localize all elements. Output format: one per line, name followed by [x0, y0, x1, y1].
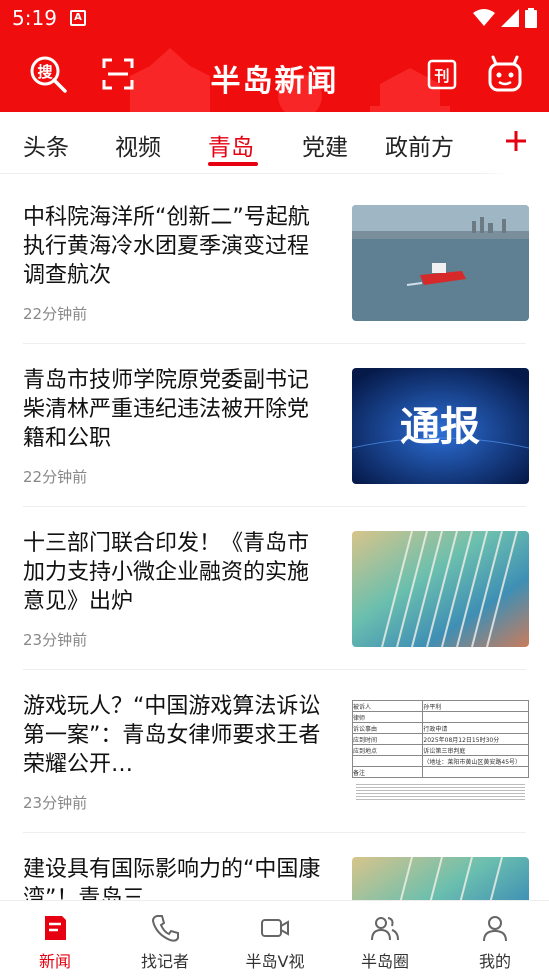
- nav-find-reporter[interactable]: 找记者: [110, 901, 220, 976]
- doc-cell: [422, 766, 529, 778]
- signal-icon: [501, 9, 519, 27]
- news-time: 23分钟前: [23, 794, 88, 812]
- doc-cell: 行政申请: [422, 722, 529, 734]
- news-item[interactable]: 游戏玩人？“中国游戏算法诉讼第一案”：青岛女律师要求王者荣耀公开… 23分钟前 …: [0, 664, 549, 833]
- doc-cell: （地址：莱阳市黄山区黄安路45号）: [422, 755, 529, 767]
- nav-label: 半岛V视: [245, 952, 305, 971]
- nav-mine[interactable]: 我的: [440, 901, 549, 976]
- nav-label: 我的: [478, 952, 511, 971]
- doc-cell: 诉讼第三审判庭: [422, 744, 529, 756]
- court-document-table: 被诉人 孙平利 律师 诉讼事由 行政申请 应到时间 2025年08月12日15时30分…: [352, 700, 529, 778]
- nav-news[interactable]: 新闻: [0, 901, 110, 976]
- status-bar: 5:19 A: [0, 0, 549, 36]
- profile-icon: [483, 916, 507, 942]
- nav-label: 新闻: [38, 952, 71, 971]
- news-time: 22分钟前: [23, 305, 88, 323]
- news-title: 游戏玩人？“中国游戏算法诉讼第一案”：青岛女律师要求王者荣耀公开…: [23, 694, 321, 777]
- doc-cell: 应到时间: [352, 733, 424, 745]
- add-channel-icon[interactable]: [501, 126, 531, 156]
- nav-label: 半岛圈: [360, 952, 409, 971]
- mascot-icon: [488, 55, 522, 92]
- channel-tabs: 头条 视频 青岛 党建 政前方: [0, 112, 549, 174]
- nav-bandao-circle[interactable]: 半岛圈: [330, 901, 440, 976]
- phone-icon: [151, 915, 179, 942]
- news-icon: [45, 916, 66, 940]
- epaper-button[interactable]: 刊: [423, 54, 463, 94]
- app-logo: 半岛新闻: [210, 64, 339, 99]
- news-item[interactable]: 中科院海洋所“创新二”号起航执行黄海冷水团夏季演变过程调查航次 22分钟前: [0, 175, 549, 344]
- battery-icon: [525, 8, 537, 28]
- doc-cell: 应到地点: [352, 744, 424, 756]
- mascot-button[interactable]: [485, 54, 525, 94]
- doc-cell: 被诉人: [352, 700, 424, 712]
- court-document-thumbnail: 被诉人 孙平利 律师 诉讼事由 行政申请 应到时间 2025年08月12日15时30分…: [352, 694, 529, 810]
- newspaper-icon: 刊: [427, 59, 457, 90]
- active-tab-indicator: [208, 162, 258, 166]
- doc-cell: 孙平利: [422, 700, 529, 712]
- video-camera-icon: [261, 919, 289, 937]
- news-title: 十三部门联合印发！《青岛市加力支持小微企业融资的实施意见》出炉: [23, 531, 310, 614]
- documents-photo-thumbnail: [352, 531, 529, 647]
- bottom-nav: 新闻 找记者 半岛V视 半岛圈 我的: [0, 900, 549, 976]
- tab-video[interactable]: 视频: [115, 128, 161, 162]
- notice-banner-thumbnail: 通报: [352, 368, 529, 484]
- news-title: 青岛市技师学院原党委副书记柴清林严重违纪违法被开除党籍和公职: [23, 368, 310, 451]
- tab-policy-front[interactable]: 政前方: [385, 128, 454, 162]
- community-icon: [371, 917, 399, 941]
- doc-cell: [422, 711, 529, 723]
- tab-party-building[interactable]: 党建: [302, 128, 348, 162]
- app-header: 搜 半岛新闻 刊: [0, 36, 549, 112]
- news-item[interactable]: 青岛市技师学院原党委副书记柴清林严重违纪违法被开除党籍和公职 22分钟前 通报: [0, 338, 549, 507]
- svg-text:刊: 刊: [434, 67, 449, 85]
- doc-cell: 2025年08月12日15时30分: [422, 733, 529, 745]
- news-item[interactable]: 建设具有国际影响力的“中国康湾”！青岛三: [0, 827, 549, 900]
- nav-label: 找记者: [140, 952, 189, 971]
- notice-text: 通报: [400, 403, 480, 450]
- notification-a-icon: A: [70, 10, 86, 26]
- news-item[interactable]: 十三部门联合印发！《青岛市加力支持小微企业融资的实施意见》出炉 23分钟前: [0, 501, 549, 670]
- doc-cell: 备注: [352, 766, 424, 778]
- nav-bandao-video[interactable]: 半岛V视: [220, 901, 330, 976]
- doc-cell: 律师: [352, 711, 424, 723]
- news-title: 建设具有国际影响力的“中国康湾”！青岛三: [23, 857, 321, 900]
- ship-photo-thumbnail: [352, 205, 529, 321]
- doc-text-lines: [356, 782, 525, 802]
- status-time: 5:19: [12, 6, 57, 30]
- tab-headlines[interactable]: 头条: [23, 128, 69, 162]
- wifi-icon: [473, 9, 495, 26]
- tab-qingdao[interactable]: 青岛: [208, 128, 254, 162]
- news-feed: 中科院海洋所“创新二”号起航执行黄海冷水团夏季演变过程调查航次 22分钟前 青岛…: [0, 175, 549, 900]
- news-time: 22分钟前: [23, 468, 88, 486]
- doc-cell: [352, 755, 424, 767]
- news-time: 23分钟前: [23, 631, 88, 649]
- documents-photo-thumbnail: [352, 857, 529, 900]
- doc-cell: 诉讼事由: [352, 722, 424, 734]
- news-title: 中科院海洋所“创新二”号起航执行黄海冷水团夏季演变过程调查航次: [23, 205, 310, 288]
